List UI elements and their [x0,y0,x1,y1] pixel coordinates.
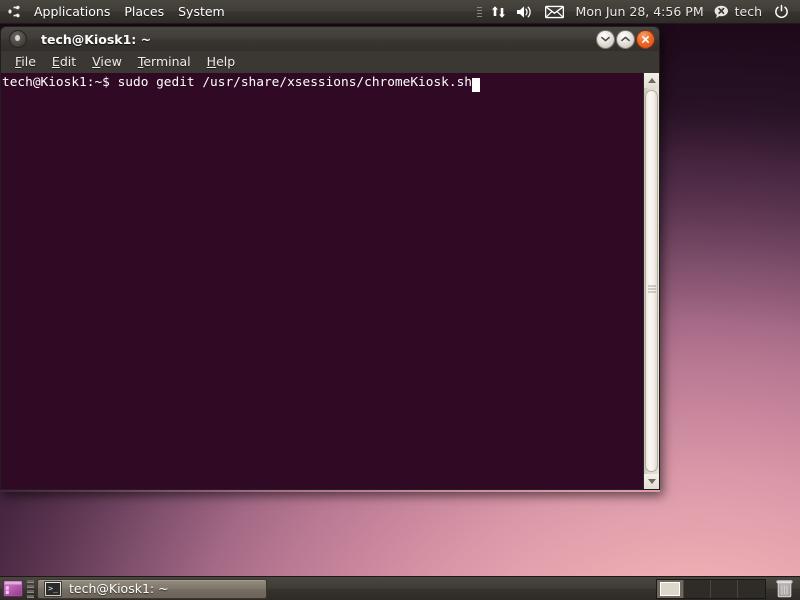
scrollbar-grip-icon [647,283,656,294]
maximize-button[interactable] [616,29,635,49]
top-panel: Applications Places System Mon Jun 28, 4… [0,0,800,24]
taskbar-window-button[interactable]: >_ tech@Kiosk1: ~ [37,578,267,599]
panel-grip-handle[interactable] [27,579,34,598]
bottom-panel: >_ tech@Kiosk1: ~ [0,576,800,600]
workspace-4[interactable] [738,579,765,598]
terminal-body[interactable]: tech@Kiosk1:~$ sudo gedit /usr/share/xse… [0,73,660,490]
menu-system[interactable]: System [171,0,232,24]
window-title: tech@Kiosk1: ~ [41,31,152,47]
menu-terminal-rest: erminal [143,54,191,69]
menu-help-mnemonic: H [206,54,217,69]
menu-terminal[interactable]: Terminal [130,51,199,73]
window-menu-icon[interactable] [9,30,27,48]
terminal-scrollbar[interactable] [643,73,659,489]
menu-help-rest: elp [216,54,236,69]
power-button-icon[interactable] [766,0,795,24]
scrollbar-track[interactable] [644,88,659,474]
workspace-3[interactable] [711,579,738,598]
scrollbar-thumb[interactable] [645,90,658,472]
desktop-screen: Applications Places System Mon Jun 28, 4… [0,0,800,600]
taskbar-window-label: tech@Kiosk1: ~ [69,581,169,596]
scrollbar-down-arrow[interactable] [644,474,659,489]
terminal-icon: >_ [44,580,62,597]
trash-can-icon[interactable] [772,579,796,599]
terminal-icon-glyph: >_ [48,583,58,593]
top-panel-indicators: Mon Jun 28, 4:56 PM tech [473,0,800,24]
workspace-switcher[interactable] [656,578,766,599]
volume-speaker-icon[interactable] [511,0,537,24]
close-button[interactable] [636,29,655,49]
menu-view[interactable]: View [84,51,130,73]
ubuntu-logo-icon[interactable] [0,4,27,19]
terminal-menubar: File Edit View Terminal Help [0,51,660,73]
menu-edit-rest: dit [59,54,77,69]
menu-help[interactable]: Help [199,51,244,73]
window-controls [596,29,659,49]
user-name-label: tech [734,4,762,19]
user-indicator[interactable]: tech [710,0,766,24]
clock-datetime[interactable]: Mon Jun 28, 4:56 PM [570,0,710,24]
top-panel-left: Applications Places System [0,0,232,24]
menu-places[interactable]: Places [117,0,171,24]
user-status-icon [714,5,728,18]
window-list: >_ tech@Kiosk1: ~ [37,578,656,599]
terminal-prompt: tech@Kiosk1:~$ [2,75,118,90]
terminal-titlebar[interactable]: tech@Kiosk1: ~ [0,26,660,51]
terminal-window[interactable]: tech@Kiosk1: ~ File Edit View Terminal H… [0,26,660,492]
scrollbar-up-arrow[interactable] [644,73,659,88]
panel-grip[interactable] [473,0,486,24]
mail-envelope-icon[interactable] [537,0,570,24]
menu-edit-mnemonic: E [51,54,60,69]
workspace-list [656,578,766,599]
show-desktop-icon[interactable] [2,579,24,599]
menu-file-rest: ile [21,54,36,69]
terminal-output-area[interactable]: tech@Kiosk1:~$ sudo gedit /usr/share/xse… [1,73,643,489]
menu-view-rest: iew [100,54,122,69]
datetime-label: Mon Jun 28, 4:56 PM [575,4,704,19]
menu-file[interactable]: File [7,51,44,73]
terminal-command-text: sudo gedit /usr/share/xsessions/chromeKi… [117,75,472,90]
menu-applications[interactable]: Applications [27,0,117,24]
terminal-cursor [471,78,480,92]
workspace-1[interactable] [657,579,684,598]
menu-edit[interactable]: Edit [44,51,84,73]
minimize-button[interactable] [596,29,615,49]
network-transfer-icon[interactable] [486,0,511,24]
workspace-2[interactable] [684,579,711,598]
